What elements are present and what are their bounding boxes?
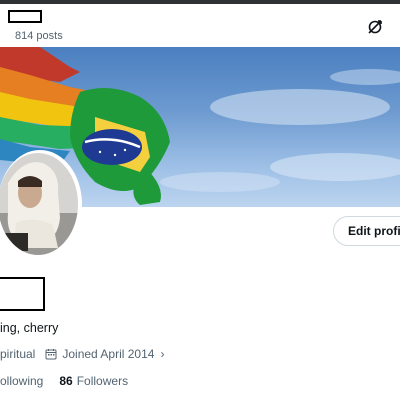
profile-meta: piritual Joined April 2014 › — [0, 347, 164, 361]
top-border — [0, 0, 400, 4]
posts-count: 814 posts — [15, 30, 63, 42]
monetize-icon[interactable] — [366, 18, 384, 36]
followers-count[interactable]: 86 — [59, 374, 72, 388]
redacted-header-name — [8, 10, 42, 23]
follow-stats: ollowing 86 Followers — [0, 374, 128, 388]
profile-bio: ing, cherry — [0, 321, 59, 335]
chevron-right-icon[interactable]: › — [160, 347, 164, 361]
following-link[interactable]: ollowing — [0, 374, 43, 388]
profile-page: 814 posts Edit profi ing, cherry piritua… — [0, 0, 400, 400]
avatar[interactable] — [0, 150, 82, 258]
edit-profile-button[interactable]: Edit profi — [333, 216, 400, 246]
calendar-icon — [45, 349, 57, 360]
avatar-photo — [0, 153, 78, 255]
profile-category: piritual — [0, 347, 36, 361]
joined-date: Joined April 2014 — [62, 347, 155, 361]
redacted-display-name — [0, 277, 45, 311]
followers-link[interactable]: Followers — [77, 374, 128, 388]
